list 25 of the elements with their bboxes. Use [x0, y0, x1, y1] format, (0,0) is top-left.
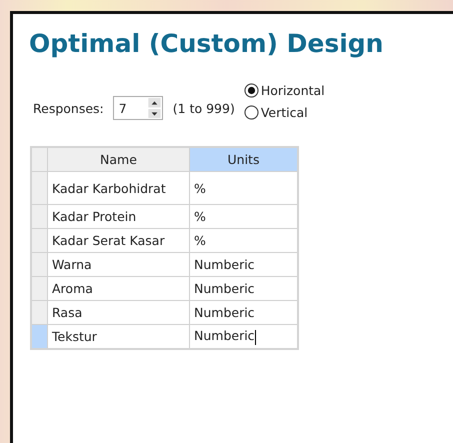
column-header[interactable]: Name — [48, 147, 190, 172]
table-cell[interactable]: Kadar Protein — [48, 204, 190, 228]
row-header[interactable] — [31, 300, 48, 324]
radio-option[interactable]: Horizontal — [244, 82, 325, 98]
text-cursor — [254, 330, 256, 345]
radio-option[interactable]: Vertical — [244, 104, 325, 120]
radio-button-icon[interactable] — [244, 104, 259, 120]
row-header[interactable] — [31, 276, 48, 300]
table-cell[interactable]: Kadar Karbohidrat — [48, 172, 190, 204]
row-header[interactable] — [31, 252, 48, 276]
row-header[interactable] — [31, 228, 48, 252]
dialog-title: Optimal (Custom) Design — [29, 29, 384, 58]
row-header[interactable] — [31, 204, 48, 228]
range-hint: (1 to 999) — [172, 100, 235, 116]
spinner-arrows-icon[interactable] — [148, 98, 161, 118]
table-cell[interactable]: Rasa — [48, 300, 190, 324]
responses-spinbox[interactable]: 7 — [112, 96, 163, 120]
table-cell[interactable]: Warna — [48, 252, 190, 276]
radio-button-icon[interactable] — [244, 82, 259, 98]
table-cell[interactable]: Kadar Serat Kasar — [48, 228, 190, 252]
column-header[interactable]: Units — [190, 147, 298, 172]
row-header[interactable] — [31, 324, 48, 349]
responses-label: Responses: — [33, 100, 104, 116]
row-header[interactable] — [31, 172, 48, 204]
table-cell[interactable]: Aroma — [48, 276, 190, 300]
